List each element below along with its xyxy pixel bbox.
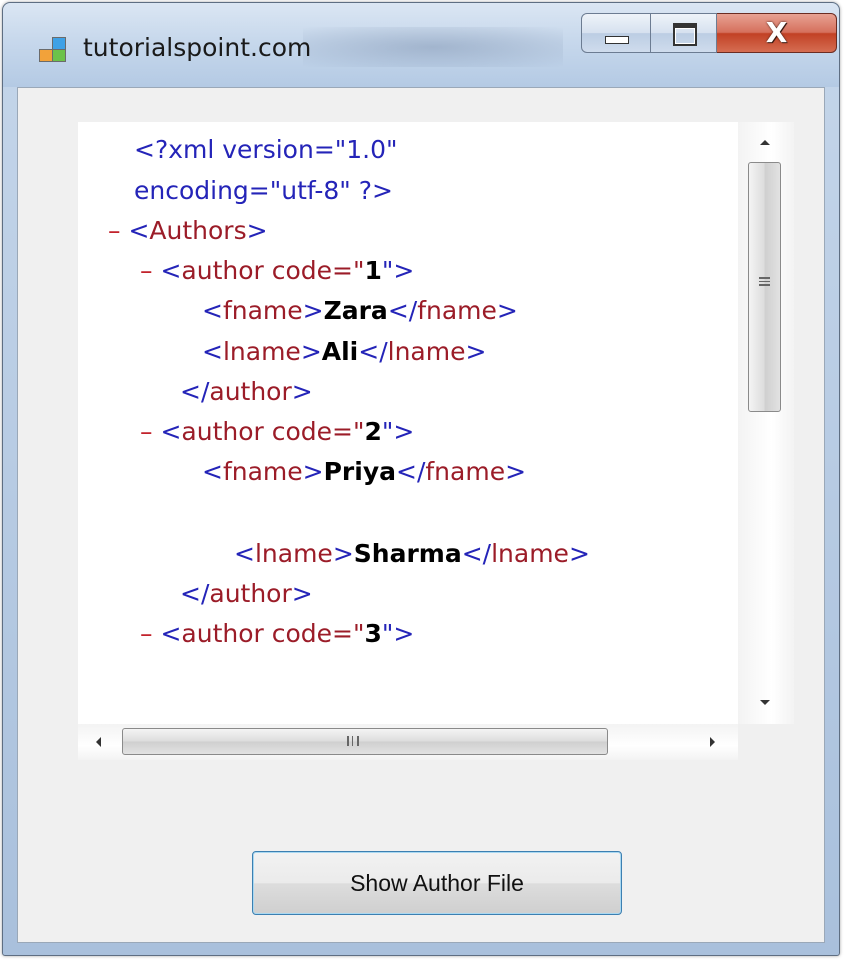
- xml-web-browser[interactable]: <?xml version="1.0" encoding="utf-8" ?> – …: [78, 122, 794, 760]
- xml-token: >: [300, 337, 322, 366]
- xml-token: fname: [222, 296, 303, 325]
- xml-document-view[interactable]: <?xml version="1.0" encoding="utf-8" ?> – …: [78, 122, 738, 724]
- xml-line: – <author code="2">: [140, 412, 414, 453]
- xml-token: <?xml version="1.0": [134, 135, 398, 164]
- xml-token: >: [568, 539, 590, 568]
- minimize-icon: [605, 36, 629, 44]
- xml-line: <?xml version="1.0": [134, 130, 398, 171]
- xml-token: <: [234, 539, 255, 568]
- xml-token: >: [496, 296, 518, 325]
- xml-line: – <author code="1">: [140, 251, 414, 292]
- xml-token: ">: [381, 417, 415, 446]
- title-bar-glass: [303, 27, 563, 67]
- show-author-file-button[interactable]: Show Author File: [252, 851, 622, 915]
- xml-token: >: [302, 296, 324, 325]
- scrollbar-corner: [738, 724, 794, 760]
- maximize-icon: [673, 23, 697, 46]
- scroll-down-arrow-icon[interactable]: [760, 700, 770, 705]
- xml-token: code=": [263, 619, 365, 648]
- form-client-area: <?xml version="1.0" encoding="utf-8" ?> – …: [17, 87, 825, 943]
- xml-token: author: [209, 579, 292, 608]
- xml-token: lname: [222, 337, 301, 366]
- xml-line: encoding="utf-8" ?>: [134, 171, 393, 212]
- xml-token: encoding="utf-8" ?>: [134, 176, 393, 205]
- close-icon: X: [765, 16, 788, 49]
- vertical-scroll-thumb[interactable]: [748, 162, 781, 412]
- app-window: tutorialspoint.com X <?xml version="1.0"…: [2, 2, 840, 956]
- xml-token: author: [181, 619, 264, 648]
- xml-token: </: [396, 457, 426, 486]
- xml-token: author: [209, 377, 292, 406]
- xml-token: author: [181, 417, 264, 446]
- scroll-up-arrow-icon[interactable]: [760, 140, 770, 145]
- collapse-toggle[interactable]: –: [108, 216, 128, 245]
- grip-icon: [347, 736, 359, 746]
- xml-token: >: [291, 377, 313, 406]
- xml-value: Priya: [323, 457, 396, 486]
- xml-value: Sharma: [353, 539, 462, 568]
- xml-line: </author>: [180, 574, 313, 615]
- xml-token: >: [332, 539, 354, 568]
- xml-value: 2: [364, 417, 382, 446]
- xml-line: <lname>Ali</lname>: [202, 332, 486, 373]
- collapse-toggle[interactable]: –: [140, 256, 160, 285]
- xml-token: <: [160, 256, 182, 285]
- xml-token: </: [180, 377, 210, 406]
- xml-token: >: [302, 457, 324, 486]
- horizontal-scrollbar[interactable]: [78, 724, 738, 760]
- xml-token: >: [246, 216, 268, 245]
- xml-value: 1: [364, 256, 382, 285]
- title-bar[interactable]: tutorialspoint.com X: [3, 3, 839, 87]
- maximize-button[interactable]: [651, 13, 717, 53]
- xml-token: <: [128, 216, 150, 245]
- vertical-scrollbar[interactable]: [738, 122, 794, 724]
- xml-line: </author>: [180, 372, 313, 413]
- xml-line: <lname>Sharma</lname>: [234, 534, 590, 575]
- xml-token: lname: [491, 539, 569, 568]
- minimize-button[interactable]: [581, 13, 651, 53]
- xml-token: ">: [381, 256, 415, 285]
- xml-token: <: [160, 619, 182, 648]
- xml-token: </: [461, 539, 492, 568]
- xml-token: <: [160, 417, 182, 446]
- xml-line: <fname>Zara</fname>: [202, 291, 518, 332]
- xml-token: lname: [387, 337, 466, 366]
- app-icon[interactable]: [39, 37, 67, 63]
- xml-token: >: [505, 457, 527, 486]
- xml-token: </: [358, 337, 388, 366]
- xml-token: </: [180, 579, 210, 608]
- xml-token: Authors: [149, 216, 247, 245]
- scroll-right-arrow-icon[interactable]: [710, 737, 715, 747]
- xml-token: fname: [222, 457, 303, 486]
- scroll-left-arrow-icon[interactable]: [96, 737, 101, 747]
- xml-line: – <Authors>: [108, 211, 268, 252]
- collapse-toggle[interactable]: –: [140, 417, 160, 446]
- xml-token: </: [387, 296, 418, 325]
- xml-value: Ali: [321, 337, 359, 366]
- xml-token: >: [465, 337, 487, 366]
- xml-token: >: [291, 579, 313, 608]
- xml-line: – <author code="3">: [140, 614, 414, 655]
- collapse-toggle[interactable]: –: [140, 619, 160, 648]
- xml-value: 3: [364, 619, 382, 648]
- xml-token: lname: [254, 539, 333, 568]
- xml-value: Zara: [323, 296, 388, 325]
- grip-icon: [759, 277, 770, 286]
- horizontal-scroll-thumb[interactable]: [122, 728, 608, 755]
- xml-token: ">: [381, 619, 415, 648]
- xml-line: <fname>Priya</fname>: [202, 452, 526, 493]
- xml-token: author: [181, 256, 264, 285]
- xml-token: fname: [417, 296, 497, 325]
- xml-token: code=": [263, 256, 365, 285]
- xml-token: code=": [263, 417, 365, 446]
- xml-token: fname: [425, 457, 506, 486]
- xml-token: <: [202, 337, 223, 366]
- xml-token: <: [202, 296, 223, 325]
- close-button[interactable]: X: [717, 13, 837, 53]
- xml-token: <: [202, 457, 223, 486]
- window-title: tutorialspoint.com: [83, 33, 312, 62]
